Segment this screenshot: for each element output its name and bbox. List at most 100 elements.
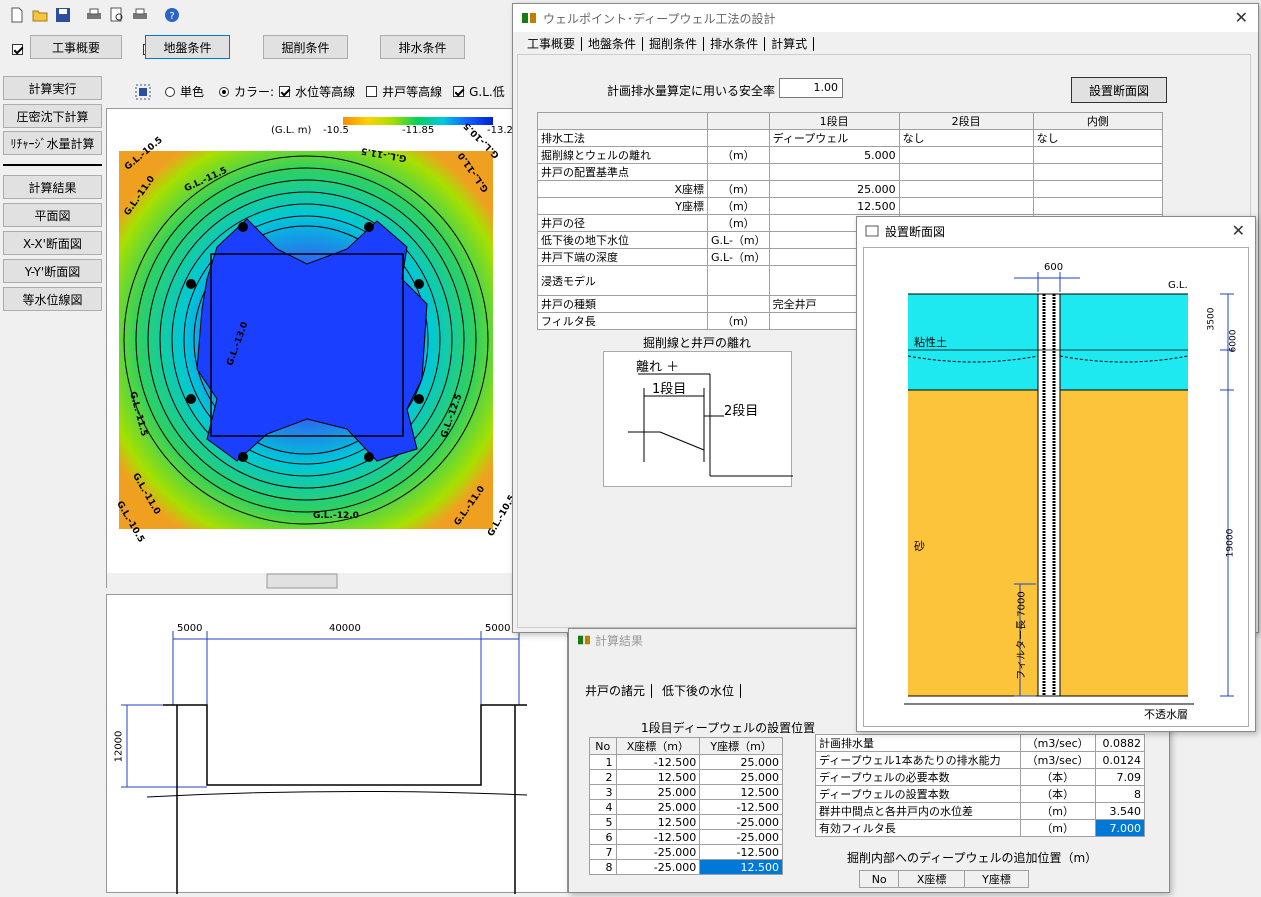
dim-label: 40000 [329,623,361,634]
tab-specs[interactable]: 井戸の諸元 [579,684,653,698]
value-cell[interactable] [898,197,1034,215]
print-preview-icon[interactable] [109,7,125,23]
header-cell: X座標 [898,870,965,888]
value-cell[interactable]: ディープウェル [768,129,900,147]
tab-ground[interactable]: 地盤条件 [145,35,230,59]
coordinate-cell[interactable]: 12.500 [699,784,783,800]
coordinate-cell[interactable]: -25.000 [615,859,701,875]
print-setup-icon[interactable] [132,7,148,23]
calc-button[interactable]: 計算実行 [3,76,102,100]
help-icon[interactable]: ? [164,7,180,23]
value-cell[interactable]: 7.000 [1094,819,1146,837]
coordinate-cell[interactable]: -12.500 [615,754,701,770]
coordinate-cell[interactable]: -12.500 [699,844,783,860]
offset-figure: 離れ ＋ 1段目 2段目 [603,351,793,487]
recharge-button[interactable]: ﾘﾁｬｰｼﾞ水量計算 [3,131,102,155]
coordinate-cell[interactable]: 12.500 [615,814,701,830]
row-number[interactable]: 6 [589,829,617,845]
tab-overview[interactable]: 工事概要 [521,37,583,51]
value-cell[interactable]: 12.500 [768,197,900,215]
header-cell: 1段目 [768,112,900,130]
unit-cell: G.L-（m） [707,248,770,266]
value-cell[interactable] [1032,163,1164,181]
mono-radio[interactable] [165,86,175,97]
row-number[interactable]: 4 [589,799,617,815]
safety-factor-input[interactable]: 1.00 [779,78,843,98]
tab-formula[interactable]: 計算式 [765,37,815,51]
gl-label: G.L. [1168,280,1188,291]
value-cell[interactable]: 7.09 [1094,768,1146,786]
coordinate-cell[interactable]: 25.000 [699,754,783,770]
tab-drainage[interactable]: 排水条件 [704,37,766,51]
value-cell[interactable] [1032,197,1164,215]
result-button[interactable]: 計算結果 [3,175,102,199]
gl-label: G.L.低 [469,85,505,99]
value-cell[interactable]: 8 [1094,785,1146,803]
section-view-button[interactable]: 設置断面図 [1071,77,1167,103]
additional-well-table: No X座標 Y座標 [858,870,1030,888]
value-cell[interactable]: 3.540 [1094,802,1146,820]
value-cell[interactable] [898,146,1034,164]
coordinate-cell[interactable]: -12.500 [615,829,701,845]
coordinate-cell[interactable]: -25.000 [615,844,701,860]
gl-check[interactable] [453,86,465,97]
coordinate-cell[interactable]: -25.000 [699,829,783,845]
value-cell[interactable]: 0.0124 [1094,751,1146,769]
value-cell[interactable]: 25.000 [768,180,900,198]
save-icon[interactable] [55,7,71,23]
close-icon[interactable]: ✕ [1235,8,1248,27]
color-radio[interactable] [219,86,230,97]
row-number[interactable]: 2 [589,769,617,785]
contour-button[interactable]: 等水位線図 [3,287,102,311]
row-number[interactable]: 3 [589,784,617,800]
table-row: ディープウェルの必要本数 （本） 7.09 [815,768,1146,786]
coordinate-cell[interactable]: 12.500 [699,859,783,875]
value-cell[interactable] [898,163,1034,181]
coordinate-cell[interactable]: -12.500 [699,799,783,815]
toolbar: ? [0,0,520,30]
tab-drainage[interactable]: 排水条件 [380,35,465,59]
row-number[interactable]: 1 [589,754,617,770]
coordinate-cell[interactable]: 25.000 [699,769,783,785]
tab-check-overview[interactable] [12,43,23,55]
coordinate-cell[interactable]: 25.000 [615,784,701,800]
coordinate-cell[interactable]: 25.000 [615,799,701,815]
value-cell[interactable] [1032,180,1164,198]
value-cell[interactable] [768,163,900,181]
tab-overview[interactable]: 工事概要 [30,35,122,59]
offset-label: 離れ ＋ [636,360,680,375]
xx-section-button[interactable]: X-X'断面図 [3,231,102,255]
header-cell: 2段目 [898,112,1034,130]
excavation-section [121,631,528,894]
tab-waterlevel[interactable]: 低下後の水位 [656,684,742,698]
row-number[interactable]: 8 [589,859,617,875]
print-icon[interactable] [86,7,102,23]
plan-button[interactable]: 平面図 [3,203,102,227]
row-number[interactable]: 7 [589,844,617,860]
tab-excavation[interactable]: 掘削条件 [263,35,348,59]
grid-icon[interactable] [134,83,152,101]
coordinate-cell[interactable]: -25.000 [699,814,783,830]
row-label: 井戸下端の深度 [537,248,708,266]
wl-check[interactable] [279,86,291,97]
coordinate-cell[interactable]: 12.500 [615,769,701,785]
yy-section-button[interactable]: Y-Y'断面図 [3,259,102,283]
value-cell[interactable]: なし [1032,129,1164,147]
value-cell[interactable] [898,180,1034,198]
table-row: 2 12.500 25.000 [589,769,783,785]
well-check[interactable] [366,86,378,97]
unit-cell [707,163,770,181]
value-cell[interactable]: 5.000 [768,146,900,164]
new-file-icon[interactable] [9,7,25,23]
row-label: 群井中間点と各井戸内の水位差 [815,802,1021,820]
open-folder-icon[interactable] [32,7,48,23]
close-icon[interactable]: ✕ [1232,221,1245,240]
tab-excavation[interactable]: 掘削条件 [643,37,705,51]
consolidation-button[interactable]: 圧密沈下計算 [3,104,102,128]
row-number[interactable]: 5 [589,814,617,830]
header-cell: X座標（m） [615,737,701,755]
value-cell[interactable]: 0.0882 [1094,734,1146,752]
tab-ground[interactable]: 地盤条件 [582,37,644,51]
value-cell[interactable]: なし [898,129,1034,147]
value-cell[interactable] [1032,146,1164,164]
